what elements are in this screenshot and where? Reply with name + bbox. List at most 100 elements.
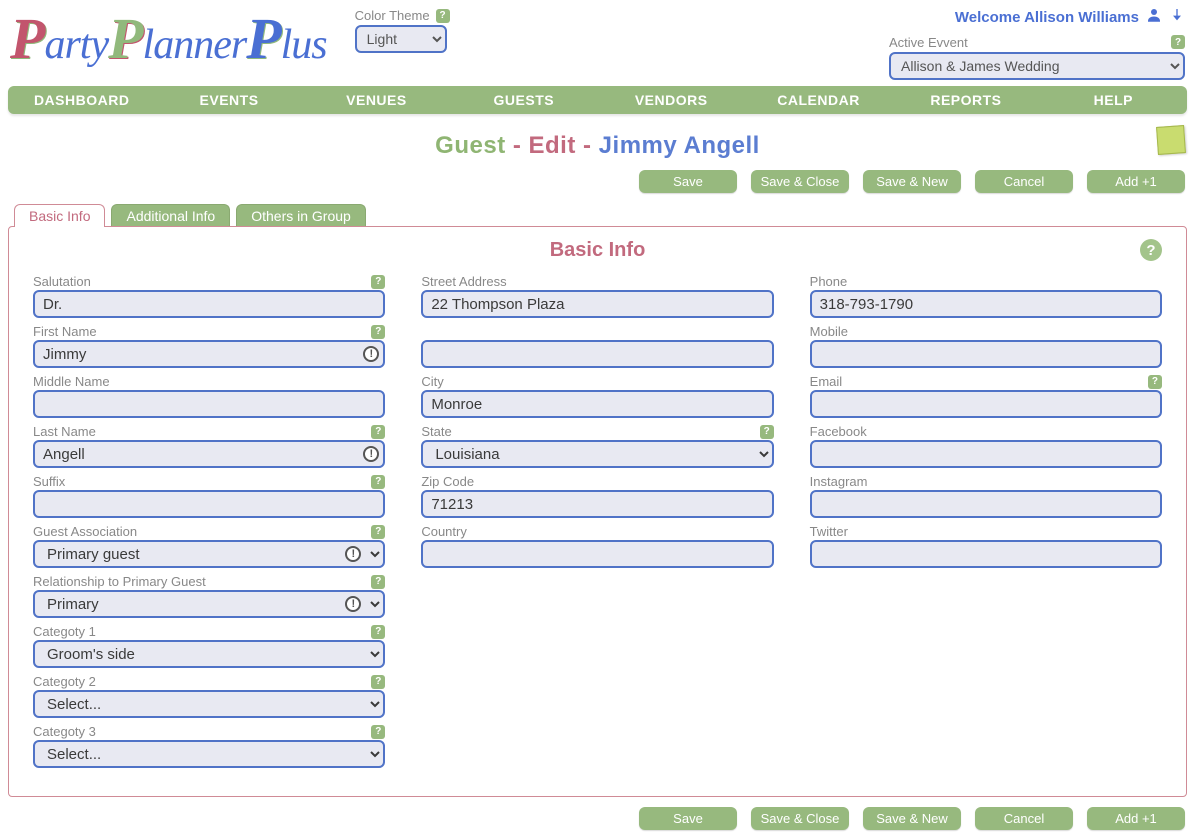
- instagram-input[interactable]: [810, 490, 1162, 518]
- help-icon[interactable]: ?: [371, 425, 385, 439]
- city-input[interactable]: [421, 390, 773, 418]
- first-name-input[interactable]: [33, 340, 385, 368]
- help-icon[interactable]: ?: [371, 725, 385, 739]
- help-icon[interactable]: ?: [371, 525, 385, 539]
- help-icon[interactable]: ?: [1140, 239, 1162, 261]
- action-buttons-top: Save Save & Close Save & New Cancel Add …: [10, 170, 1185, 193]
- salutation-input[interactable]: [33, 290, 385, 318]
- instagram-label: Instagram: [810, 474, 868, 489]
- color-theme-select[interactable]: Light: [355, 25, 447, 53]
- help-icon[interactable]: ?: [371, 325, 385, 339]
- relationship-label: Relationship to Primary Guest: [33, 574, 206, 589]
- street-label: Street Address: [421, 274, 506, 289]
- street-input[interactable]: [421, 290, 773, 318]
- category1-select[interactable]: Groom's side: [33, 640, 385, 668]
- email-input[interactable]: [810, 390, 1162, 418]
- tab-additional-info[interactable]: Additional Info: [111, 204, 230, 227]
- cancel-button[interactable]: Cancel: [975, 170, 1073, 193]
- twitter-input[interactable]: [810, 540, 1162, 568]
- save-button[interactable]: Save: [639, 807, 737, 830]
- relationship-select[interactable]: Primary: [33, 590, 385, 618]
- nav-vendors[interactable]: VENDORS: [598, 92, 745, 108]
- phone-input[interactable]: [810, 290, 1162, 318]
- app-header: PartyPlannerPlus Color Theme ? Light Wel…: [0, 0, 1195, 82]
- mobile-label: Mobile: [810, 324, 848, 339]
- last-name-input[interactable]: [33, 440, 385, 468]
- help-icon[interactable]: ?: [1148, 375, 1162, 389]
- help-icon[interactable]: ?: [371, 275, 385, 289]
- category3-label: Categoty 3: [33, 724, 96, 739]
- country-input[interactable]: [421, 540, 773, 568]
- guest-association-label: Guest Association: [33, 524, 137, 539]
- zip-input[interactable]: [421, 490, 773, 518]
- facebook-input[interactable]: [810, 440, 1162, 468]
- sticky-note-icon[interactable]: [1156, 125, 1186, 155]
- required-icon: !: [345, 546, 361, 562]
- nav-help[interactable]: HELP: [1040, 92, 1187, 108]
- help-icon[interactable]: ?: [371, 575, 385, 589]
- save-close-button[interactable]: Save & Close: [751, 807, 849, 830]
- welcome-text: Welcome Allison Williams: [955, 9, 1139, 26]
- phone-label: Phone: [810, 274, 848, 289]
- tab-others-in-group[interactable]: Others in Group: [236, 204, 366, 227]
- welcome-row: Welcome Allison Williams: [889, 6, 1185, 29]
- nav-calendar[interactable]: CALENDAR: [745, 92, 892, 108]
- state-label: State: [421, 424, 451, 439]
- help-icon[interactable]: ?: [371, 625, 385, 639]
- help-icon[interactable]: ?: [436, 9, 450, 23]
- required-icon: !: [345, 596, 361, 612]
- color-theme-block: Color Theme ? Light: [355, 8, 450, 53]
- page-title: Guest - Edit - Jimmy Angell: [435, 132, 760, 160]
- column-contact: Phone Mobile Email? Facebook Instagram T…: [810, 274, 1162, 774]
- category2-label: Categoty 2: [33, 674, 96, 689]
- last-name-label: Last Name: [33, 424, 96, 439]
- facebook-label: Facebook: [810, 424, 867, 439]
- country-label: Country: [421, 524, 467, 539]
- add-plus-one-button[interactable]: Add +1: [1087, 807, 1185, 830]
- help-icon[interactable]: ?: [371, 675, 385, 689]
- help-icon[interactable]: ?: [371, 475, 385, 489]
- required-icon: !: [363, 346, 379, 362]
- mobile-input[interactable]: [810, 340, 1162, 368]
- street2-input[interactable]: [421, 340, 773, 368]
- add-plus-one-button[interactable]: Add +1: [1087, 170, 1185, 193]
- user-icon[interactable]: [1145, 6, 1163, 29]
- save-close-button[interactable]: Save & Close: [751, 170, 849, 193]
- save-button[interactable]: Save: [639, 170, 737, 193]
- nav-reports[interactable]: REPORTS: [892, 92, 1039, 108]
- help-icon[interactable]: ?: [760, 425, 774, 439]
- panel-title: Basic Info: [550, 239, 646, 262]
- salutation-label: Salutation: [33, 274, 91, 289]
- save-new-button[interactable]: Save & New: [863, 807, 961, 830]
- nav-events[interactable]: EVENTS: [155, 92, 302, 108]
- active-event-select[interactable]: Allison & James Wedding: [889, 52, 1185, 80]
- category2-select[interactable]: Select...: [33, 690, 385, 718]
- suffix-input[interactable]: [33, 490, 385, 518]
- first-name-label: First Name: [33, 324, 97, 339]
- save-new-button[interactable]: Save & New: [863, 170, 961, 193]
- category3-select[interactable]: Select...: [33, 740, 385, 768]
- street2-label: [421, 324, 425, 339]
- cancel-button[interactable]: Cancel: [975, 807, 1073, 830]
- column-address: Street Address City State? Louisiana Zip…: [421, 274, 773, 774]
- color-theme-label: Color Theme: [355, 8, 430, 23]
- tabs: Basic Info Additional Info Others in Gro…: [14, 203, 1195, 226]
- state-select[interactable]: Louisiana: [421, 440, 773, 468]
- category1-label: Categoty 1: [33, 624, 96, 639]
- active-event-label: Active Evvent: [889, 35, 968, 50]
- email-label: Email: [810, 374, 843, 389]
- action-buttons-bottom: Save Save & Close Save & New Cancel Add …: [10, 807, 1185, 830]
- guest-association-select[interactable]: Primary guest: [33, 540, 385, 568]
- help-icon[interactable]: ?: [1171, 35, 1185, 49]
- required-icon: !: [363, 446, 379, 462]
- nav-dashboard[interactable]: DASHBOARD: [8, 92, 155, 108]
- basic-info-panel: Basic Info ? Salutation? First Name? ! M…: [8, 226, 1187, 797]
- column-personal: Salutation? First Name? ! Middle Name La…: [33, 274, 385, 774]
- nav-venues[interactable]: VENUES: [303, 92, 450, 108]
- nav-guests[interactable]: GUESTS: [450, 92, 597, 108]
- middle-name-label: Middle Name: [33, 374, 110, 389]
- tab-basic-info[interactable]: Basic Info: [14, 204, 105, 227]
- middle-name-input[interactable]: [33, 390, 385, 418]
- zip-label: Zip Code: [421, 474, 474, 489]
- arrow-down-icon[interactable]: [1169, 6, 1185, 29]
